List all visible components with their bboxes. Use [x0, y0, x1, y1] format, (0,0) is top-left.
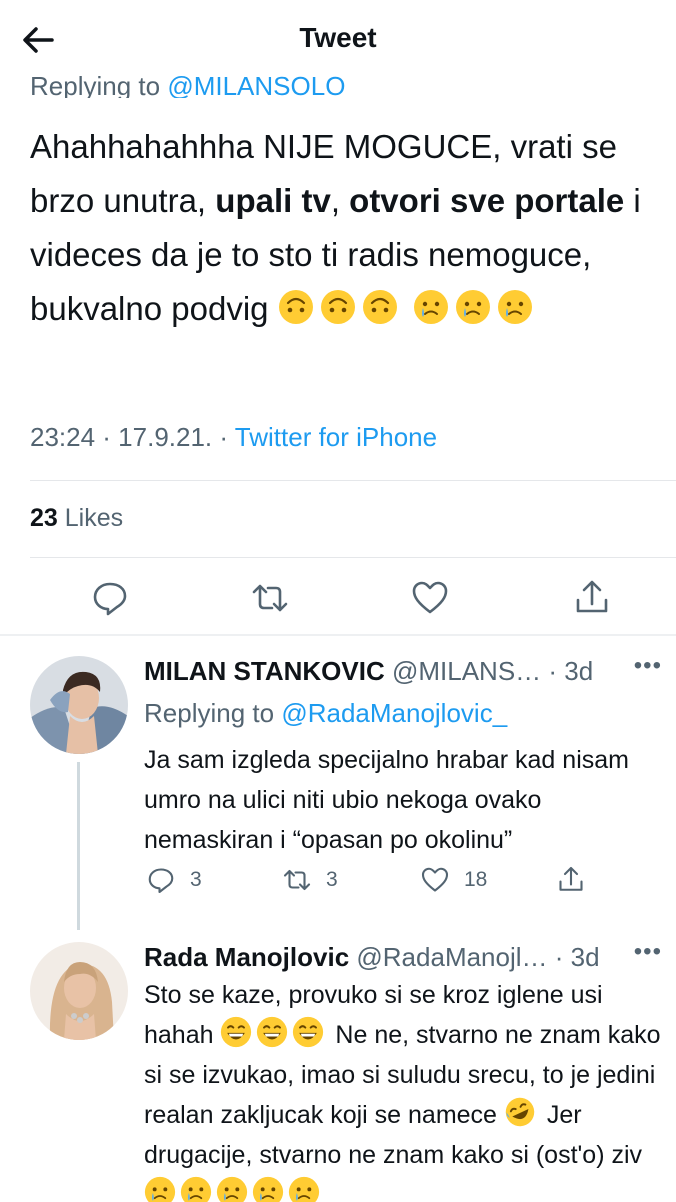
tweet-bold-text: upali tv [215, 182, 331, 219]
tweet-bold-text: otvori sve portale [349, 182, 625, 219]
avatar[interactable] [30, 656, 128, 754]
sad-tear-face-emoji [288, 1176, 320, 1202]
reply-time: · 3d [547, 942, 600, 972]
sad-tear-face-emoji [144, 1176, 176, 1202]
author-name[interactable]: Rada Manojlovic [144, 942, 349, 972]
retweet-icon[interactable] [250, 578, 290, 618]
grinning-face-emoji [221, 1016, 252, 1048]
replying-to: Replying to @RadaManojlovic_ [144, 698, 507, 729]
reply-count: 3 [190, 868, 202, 891]
section-divider [0, 634, 676, 636]
reply-time: · 3d [541, 656, 594, 686]
reply-header: MILAN STANKOVIC @MILANS… · 3d [144, 656, 593, 687]
tweet-meta: 23:24 · 17.9.21. · Twitter for iPhone [30, 422, 437, 453]
sad-tear-face-emoji [455, 290, 490, 324]
replying-label: Replying to [30, 71, 168, 98]
retweet-icon [283, 869, 311, 891]
sad-tear-face-emoji [252, 1176, 284, 1202]
tweet-timestamp: 23:24 · 17.9.21. · [30, 422, 235, 452]
reply-icon [148, 868, 174, 894]
reply-header: Rada Manojlovic @RadaManojl… · 3d [144, 942, 600, 973]
tweet-text: Ahahhahahhha NIJE MOGUCE, vrati se brzo … [30, 120, 660, 336]
divider [30, 557, 676, 558]
sad-tear-face-emoji [216, 1176, 248, 1202]
reply-icon[interactable] [90, 578, 130, 618]
reply-button[interactable]: 3 [146, 864, 202, 896]
replying-to: Replying to @MILANSOLO [30, 64, 345, 98]
likes-count: 23 [30, 504, 58, 532]
sad-tear-face-emoji [497, 290, 532, 324]
like-icon [421, 867, 449, 892]
more-icon[interactable]: ••• [634, 938, 662, 966]
reply-text: Ja sam izgleda specijalno hrabar kad nis… [144, 746, 629, 854]
grinning-face-emoji [293, 1016, 324, 1048]
upside-down-face-emoji [320, 290, 355, 324]
grinning-face-emoji [257, 1016, 288, 1048]
retweet-button[interactable]: 3 [282, 864, 338, 896]
author-handle[interactable]: @MILANS… [392, 656, 541, 686]
more-icon[interactable]: ••• [634, 652, 662, 680]
avatar[interactable] [30, 942, 128, 1040]
page-title: Tweet [299, 22, 377, 53]
reply-text: Sto se kaze, provuko si se kroz iglene u… [144, 975, 666, 1202]
divider [30, 480, 676, 481]
replying-label: Replying to [144, 698, 282, 728]
share-icon [559, 866, 583, 891]
sad-tear-face-emoji [413, 290, 448, 324]
author-handle[interactable]: @RadaManojl… [356, 942, 547, 972]
author-name[interactable]: MILAN STANKOVIC [144, 656, 385, 686]
like-button[interactable]: 18 [420, 864, 487, 896]
like-count: 18 [464, 868, 488, 891]
replying-handle-link[interactable]: @RadaManojlovic_ [281, 698, 507, 728]
rofl-face-emoji [505, 1097, 535, 1127]
like-icon[interactable] [410, 578, 450, 618]
likes-stat[interactable]: 23 Likes [30, 504, 123, 533]
upside-down-face-emoji [278, 290, 313, 324]
retweet-count: 3 [326, 868, 338, 891]
likes-label: Likes [57, 504, 124, 532]
replying-handle-link[interactable]: @MILANSOLO [167, 71, 345, 98]
upside-down-face-emoji [362, 290, 397, 324]
thread-line [77, 762, 80, 930]
tweet-source-link[interactable]: Twitter for iPhone [235, 422, 437, 452]
sad-tear-face-emoji [180, 1176, 212, 1202]
share-button[interactable] [556, 864, 600, 896]
tweet-text-part: , [330, 182, 350, 219]
share-icon[interactable] [572, 578, 612, 618]
